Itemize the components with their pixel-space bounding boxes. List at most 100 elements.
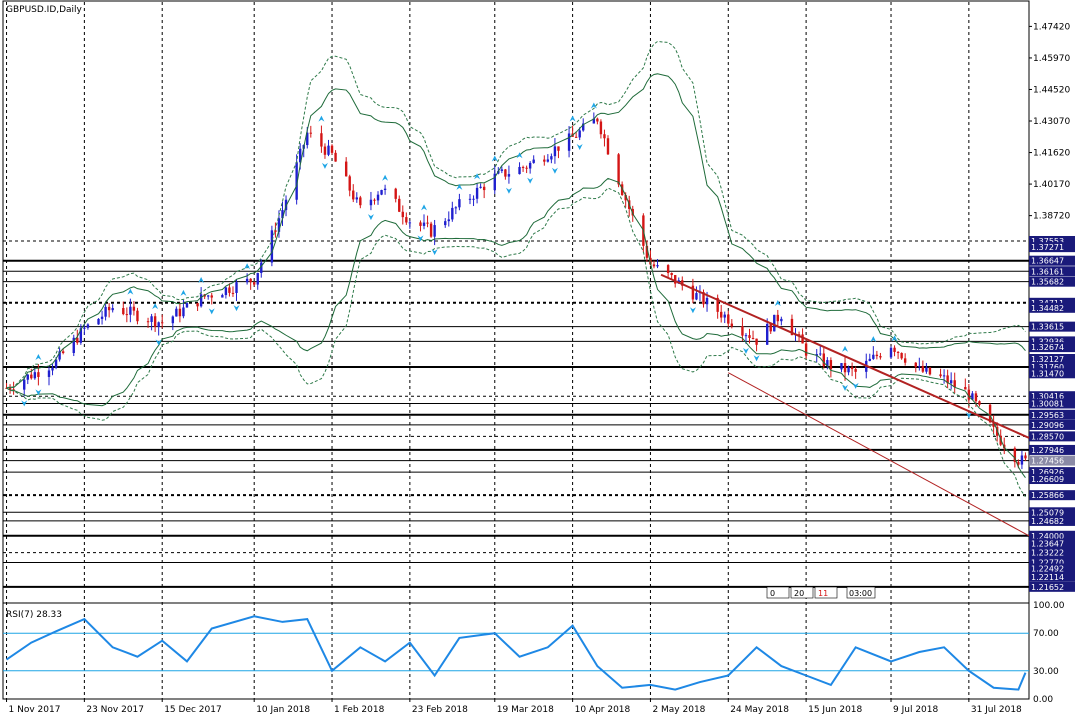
date-label: 1 Nov 2017 bbox=[9, 705, 61, 715]
candle-body bbox=[178, 308, 182, 317]
candle-body bbox=[532, 159, 535, 163]
candle-body bbox=[86, 324, 90, 328]
candle-body bbox=[900, 352, 903, 359]
rsi-axis-label: 30.00 bbox=[1033, 667, 1059, 677]
candle-body bbox=[550, 156, 553, 160]
candle-body bbox=[776, 314, 780, 322]
candle-body bbox=[974, 393, 978, 402]
price-label: 1.44520 bbox=[1033, 85, 1070, 95]
candle-body bbox=[309, 132, 312, 134]
date-label: 23 Feb 2018 bbox=[412, 705, 468, 715]
price-tag-label: 1.22114 bbox=[1031, 573, 1064, 582]
candle-body bbox=[903, 358, 907, 363]
candle-body bbox=[224, 287, 228, 296]
price-tag-label: 1.37271 bbox=[1031, 243, 1064, 252]
candle-body bbox=[426, 222, 429, 224]
price-tag-label: 1.34482 bbox=[1031, 304, 1064, 313]
candle-body bbox=[925, 367, 928, 372]
candle-body bbox=[270, 230, 274, 263]
candle-body bbox=[210, 295, 213, 298]
info-cell-label: 0 bbox=[770, 589, 775, 598]
candle-body bbox=[422, 222, 426, 226]
candle-body bbox=[574, 136, 578, 138]
candle-body bbox=[256, 272, 259, 285]
candle-body bbox=[914, 362, 917, 368]
candle-body bbox=[447, 219, 450, 222]
chart-window[interactable]: 1 Nov 2017 23 Nov 2017 15 Dec 2017 10 Jan 2… bbox=[0, 0, 1080, 720]
candle-body bbox=[107, 306, 111, 311]
candle-body bbox=[773, 314, 776, 332]
candle-body bbox=[376, 194, 380, 201]
candle-body bbox=[567, 133, 571, 151]
candle-body bbox=[327, 145, 330, 155]
candle-body bbox=[840, 363, 843, 370]
candle-body bbox=[606, 138, 610, 155]
price-tag-label: 1.25866 bbox=[1031, 491, 1064, 500]
candle-body bbox=[475, 187, 479, 199]
candle-body bbox=[921, 366, 925, 372]
candle-body bbox=[369, 199, 373, 206]
candle-body bbox=[599, 121, 603, 135]
candle-body bbox=[705, 297, 709, 305]
candle-body bbox=[918, 366, 921, 368]
candle-body bbox=[666, 265, 670, 274]
candle-body bbox=[854, 369, 857, 372]
price-label: 1.38720 bbox=[1033, 212, 1070, 222]
date-label: 10 Jan 2018 bbox=[256, 705, 310, 715]
candle-body bbox=[344, 161, 348, 177]
price-tag-label: 1.29563 bbox=[1031, 411, 1064, 420]
candle-body bbox=[111, 308, 114, 311]
candle-body bbox=[451, 207, 454, 220]
candle-body bbox=[274, 230, 277, 232]
candle-body bbox=[553, 146, 557, 157]
candle-body bbox=[896, 351, 900, 353]
candle-body bbox=[617, 154, 620, 185]
date-label: 15 Dec 2017 bbox=[164, 705, 222, 715]
price-label: 1.43070 bbox=[1033, 117, 1070, 127]
candle-body bbox=[83, 327, 86, 329]
candle-body bbox=[730, 323, 734, 327]
candle-body bbox=[744, 335, 748, 337]
price-tag-label: 1.32674 bbox=[1031, 343, 1064, 352]
candle-body bbox=[482, 186, 486, 191]
candle-body bbox=[433, 225, 436, 237]
candle-body bbox=[235, 282, 238, 293]
candle-body bbox=[748, 335, 751, 338]
candle-body bbox=[252, 282, 256, 285]
candle-body bbox=[37, 372, 40, 377]
price-tag-label: 1.35682 bbox=[1031, 278, 1064, 287]
candle-body bbox=[196, 303, 199, 307]
candle-body bbox=[405, 217, 408, 223]
candle-body bbox=[843, 363, 847, 373]
date-label: 23 Nov 2017 bbox=[86, 705, 144, 715]
candle-body bbox=[161, 322, 164, 324]
candle-body bbox=[939, 374, 942, 377]
candle-body bbox=[398, 198, 401, 212]
price-tag-label: 1.23647 bbox=[1031, 539, 1064, 548]
candle-body bbox=[727, 314, 730, 324]
candle-body bbox=[741, 326, 744, 336]
price-tag-label: 1.36161 bbox=[1031, 267, 1064, 276]
candle-body bbox=[525, 167, 528, 169]
candle-body bbox=[879, 356, 882, 358]
candle-body bbox=[458, 199, 461, 208]
candle-body bbox=[33, 372, 37, 379]
candle-body bbox=[221, 295, 224, 298]
date-label: 10 Apr 2018 bbox=[575, 705, 631, 715]
candle-body bbox=[596, 118, 599, 122]
candle-body bbox=[51, 367, 54, 371]
candle-body bbox=[352, 190, 355, 200]
candle-body bbox=[521, 166, 525, 168]
rsi-axis-label: 0.00 bbox=[1033, 695, 1053, 705]
price-chart[interactable]: 1 Nov 2017 23 Nov 2017 15 Dec 2017 10 Jan 2… bbox=[0, 0, 1080, 720]
price-tag-label: 1.30081 bbox=[1031, 400, 1064, 409]
candle-body bbox=[546, 159, 550, 162]
candle-body bbox=[964, 387, 967, 390]
candle-body bbox=[557, 146, 560, 151]
candle-body bbox=[23, 379, 26, 390]
price-tag-label: 1.21652 bbox=[1031, 583, 1064, 592]
candle-body bbox=[850, 367, 854, 370]
candle-body bbox=[723, 314, 726, 318]
price-tag-label: 1.27946 bbox=[1031, 446, 1064, 455]
candle-body bbox=[953, 380, 956, 388]
